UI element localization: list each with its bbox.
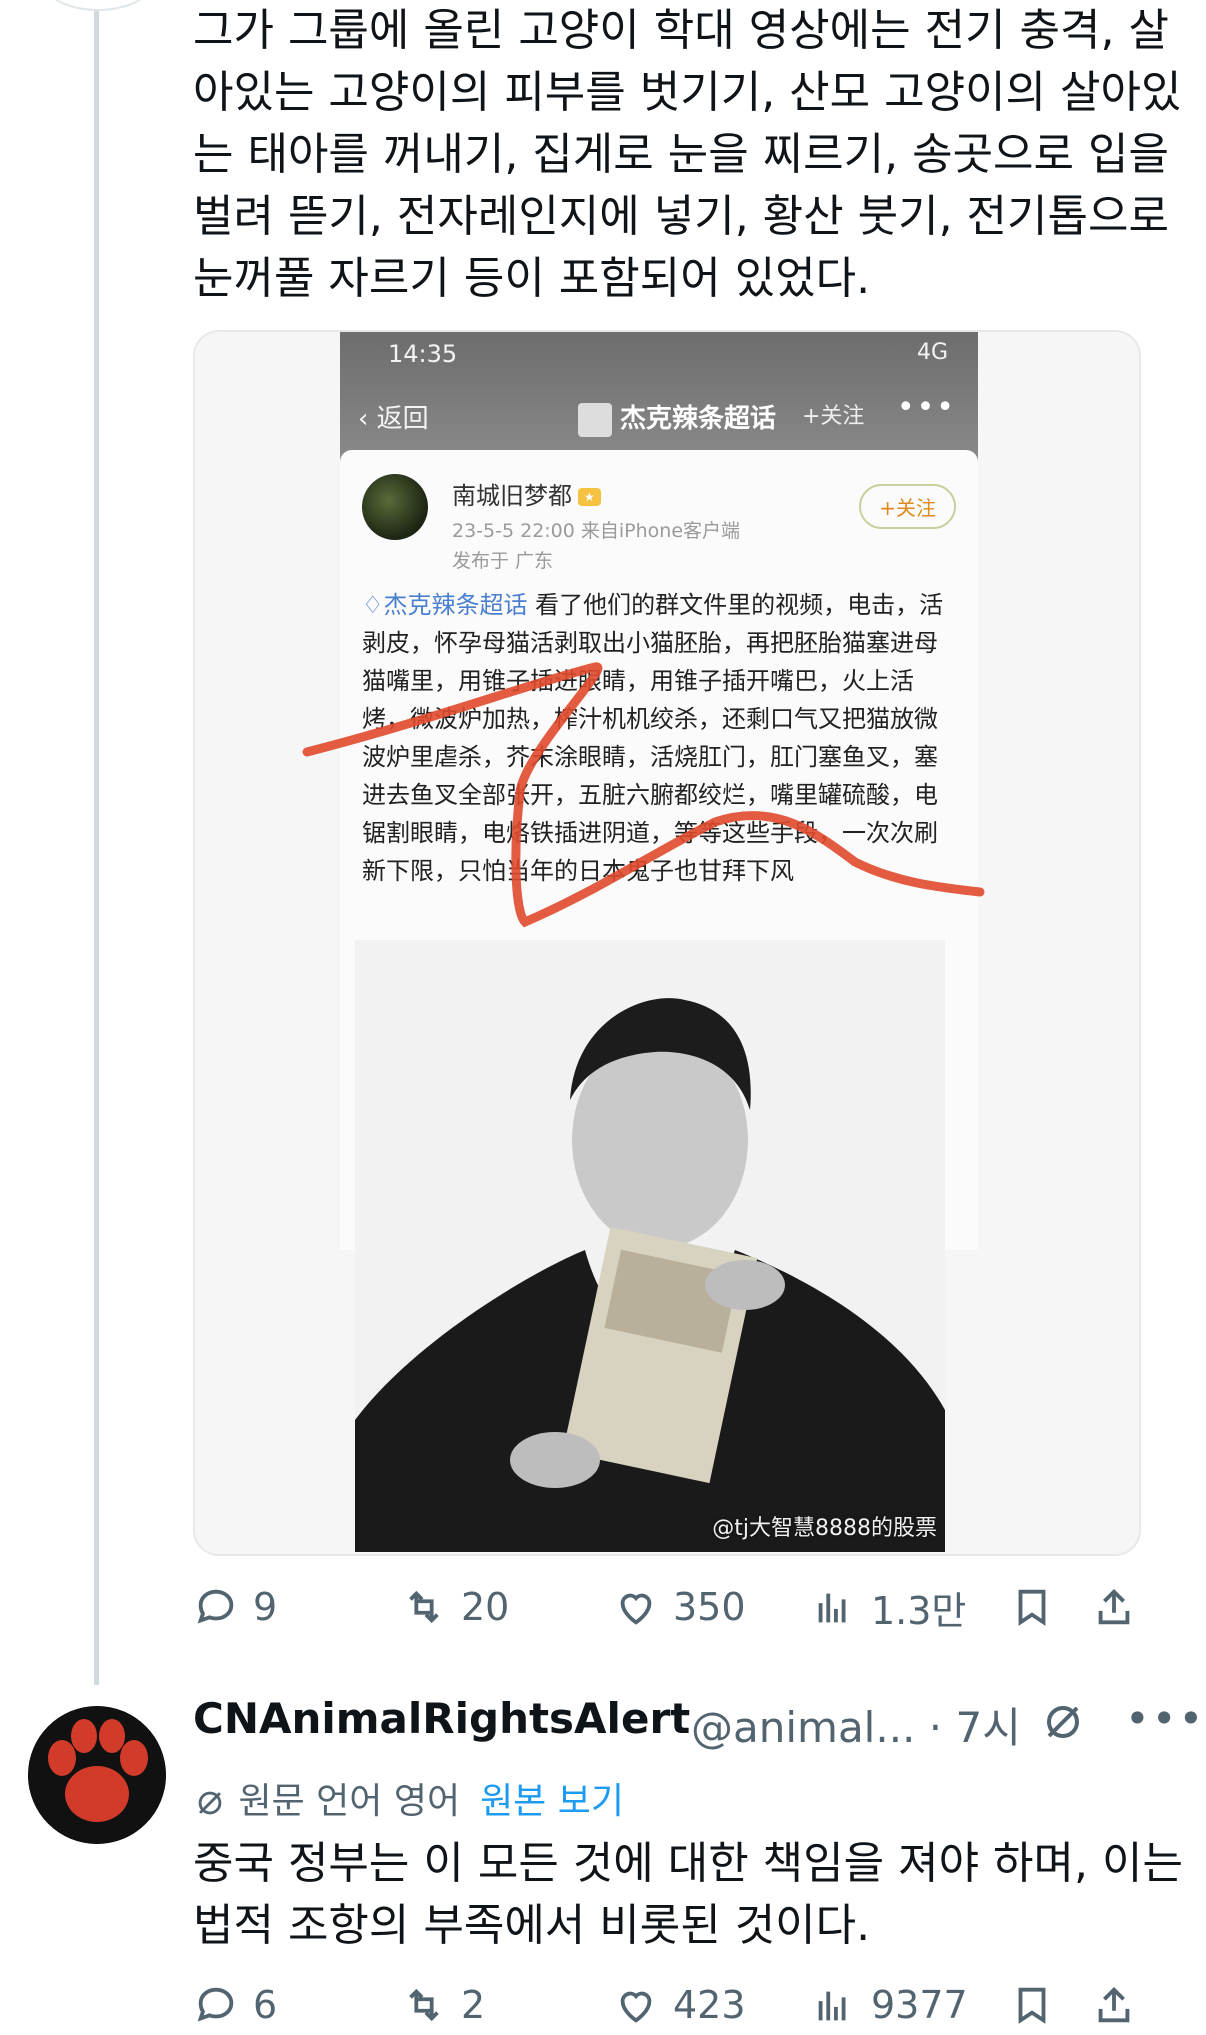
bookmark-button[interactable] xyxy=(1009,1975,1069,2035)
reply-icon xyxy=(197,1589,234,1624)
previous-avatar[interactable] xyxy=(40,0,156,11)
reply-actions: 6 2 423 9377 xyxy=(193,1975,1173,2035)
retweet-count: 20 xyxy=(461,1585,510,1629)
post-follow-button: +关注 xyxy=(859,484,956,529)
like-button[interactable]: 350 xyxy=(613,1577,746,1637)
views-icon xyxy=(818,1593,846,1623)
reply-icon xyxy=(197,1987,234,2022)
bookmark-icon xyxy=(1018,1987,1046,2024)
like-count: 350 xyxy=(673,1585,746,1629)
translated-icon xyxy=(198,1791,222,1815)
views-count: 1.3만 xyxy=(871,1588,967,1633)
share-button[interactable] xyxy=(1091,1577,1151,1637)
share-icon xyxy=(1098,1986,1130,2023)
reply-time: · 7시 xyxy=(928,1703,1021,1752)
reply-handle-time: @animal... · 7시 xyxy=(691,1694,1021,1755)
back-button: ‹ 返回 xyxy=(358,404,429,434)
show-original-link[interactable]: 원본 보기 xyxy=(480,1781,624,1822)
tweet-media-image[interactable]: 14:35 4G ‹ 返回 杰克辣条超话 +关注 ••• 南城旧梦都 ★ 23-5… xyxy=(193,330,1141,1556)
heart-icon xyxy=(620,1593,652,1625)
heart-icon xyxy=(620,1991,652,2023)
translate-icon[interactable] xyxy=(1039,1698,1087,1746)
retweet-icon xyxy=(409,1988,439,2022)
like-button[interactable]: 423 xyxy=(613,1975,746,2035)
tweet-actions: 9 20 350 1.3만 xyxy=(193,1577,1173,1637)
bookmark-button[interactable] xyxy=(1009,1577,1069,1637)
phone-status-nav-bar: 14:35 4G ‹ 返回 杰克辣条超话 +关注 ••• xyxy=(340,332,978,464)
retweet-button[interactable]: 20 xyxy=(401,1577,509,1637)
views-icon xyxy=(818,1991,846,2021)
retweet-count: 2 xyxy=(461,1983,486,2027)
status-time: 14:35 xyxy=(388,340,458,368)
share-button[interactable] xyxy=(1091,1975,1151,2035)
post-body: ♢杰克辣条超话 看了他们的群文件里的视频，电击，活剥皮，怀孕母猫活剥取出小猫胚胎… xyxy=(362,586,960,890)
views-button[interactable]: 1.3만 xyxy=(811,1577,966,1637)
nav-title: 杰克辣条超话 xyxy=(578,398,776,437)
reply-handle[interactable]: @animal... xyxy=(691,1703,915,1752)
more-icon[interactable]: ••• xyxy=(1125,1694,1205,1743)
reply-header: CNAnimalRightsAlert @animal... · 7시 ••• xyxy=(193,1694,1203,1755)
user-badge: ★ xyxy=(578,488,601,506)
reply-button[interactable]: 9 xyxy=(193,1577,277,1637)
translated-label: 원문 언어 영어 xyxy=(238,1781,461,1822)
reply-count: 6 xyxy=(253,1983,278,2027)
watermark: @tj大智慧8888的股票 xyxy=(712,1516,937,1541)
reply-button[interactable]: 6 xyxy=(193,1975,277,2035)
reply-count: 9 xyxy=(253,1585,278,1629)
thread-line xyxy=(94,0,99,1685)
translation-info: 원문 언어 영어 원본 보기 xyxy=(193,1772,624,1824)
like-count: 423 xyxy=(673,1983,746,2027)
nav-more-icon: ••• xyxy=(896,390,956,425)
post-username: 南城旧梦都 ★ xyxy=(452,476,601,511)
reply-display-name[interactable]: CNAnimalRightsAlert xyxy=(193,1694,690,1743)
nav-follow: +关注 xyxy=(802,404,865,429)
post-meta: 23-5-5 22:00 来自iPhone客户端 xyxy=(452,520,741,542)
post-body-text: 看了他们的群文件里的视频，电击，活剥皮，怀孕母猫活剥取出小猫胚胎，再把胚胎猫塞进… xyxy=(362,591,944,885)
post-topic: ♢杰克辣条超话 xyxy=(362,591,528,619)
post-avatar xyxy=(362,474,428,540)
reply-avatar[interactable] xyxy=(28,1706,166,1844)
nav-title-text: 杰克辣条超话 xyxy=(620,404,777,434)
views-button[interactable]: 9377 xyxy=(811,1975,968,2035)
reply-text: 중국 정부는 이 모든 것에 대한 책임을 져야 하며, 이는 법적 조항의 부… xyxy=(193,1838,1183,1951)
retweet-icon xyxy=(409,1590,439,1624)
share-icon xyxy=(1098,1588,1130,1625)
topic-avatar xyxy=(578,402,612,437)
bookmark-icon xyxy=(1018,1589,1046,1626)
post-location: 发布于 广东 xyxy=(452,550,554,572)
tweet-text: 그가 그룹에 올린 고양이 학대 영상에는 전기 충격, 살아있는 고양이의 피… xyxy=(193,5,1182,304)
status-network: 4G xyxy=(916,340,948,365)
retweet-button[interactable]: 2 xyxy=(401,1975,485,2035)
views-count: 9377 xyxy=(871,1983,968,2027)
back-label: 返回 xyxy=(376,404,429,434)
person-photo: @tj大智慧8888的股票 xyxy=(355,940,945,1552)
